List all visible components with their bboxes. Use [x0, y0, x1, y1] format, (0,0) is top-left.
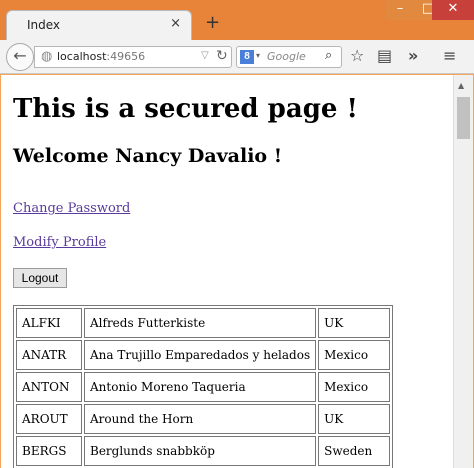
company-name: Ana Trujillo Emparedados y helados [84, 340, 317, 370]
reload-icon[interactable]: ↻ [216, 48, 228, 64]
table-row: BERGS Berglunds snabbköp Sweden [16, 436, 391, 466]
company-name: Berglunds snabbköp [84, 436, 317, 466]
search-bar[interactable]: 8 ▾ Google ⌕ [236, 46, 342, 68]
menu-icon[interactable]: ≡ [443, 48, 456, 64]
table-row: ALFKI Alfreds Futterkiste UK [16, 308, 391, 338]
navigation-toolbar: ◍ localhost:49656 ▽ ↻ ← 8 ▾ Google ⌕ ☆ ▤… [0, 40, 474, 74]
globe-icon: ◍ [41, 49, 53, 64]
company-name: Antonio Moreno Taqueria [84, 372, 317, 402]
logout-button[interactable]: Logout [13, 268, 67, 288]
change-password-link[interactable]: Change Password [13, 201, 130, 216]
search-engine-dropdown-icon[interactable]: ▾ [256, 51, 260, 60]
country: Sweden [318, 436, 391, 466]
customers-table: ALFKI Alfreds Futterkiste UK ANATR Ana T… [13, 305, 394, 468]
customer-id: ANTON [16, 372, 82, 402]
table-row: AROUT Around the Horn UK [16, 404, 391, 434]
table-row: ANATR Ana Trujillo Emparedados y helados… [16, 340, 391, 370]
overflow-icon[interactable]: » [408, 48, 418, 64]
close-window-button[interactable]: ✕ [432, 0, 474, 20]
back-icon: ← [13, 46, 27, 65]
url-bar[interactable]: ◍ localhost:49656 ▽ ↻ [34, 46, 232, 68]
page-content: This is a secured page ! Welcome Nancy D… [1, 75, 453, 468]
title-bar: Index × + – □ ✕ [0, 0, 474, 40]
scrollbar-thumb[interactable] [457, 97, 470, 139]
welcome-heading: Welcome Nancy Davalio ! [13, 145, 283, 167]
scroll-up-icon[interactable]: ▲ [458, 81, 464, 90]
modify-profile-link[interactable]: Modify Profile [13, 235, 106, 250]
customer-id: BERGS [16, 436, 82, 466]
company-name: Around the Horn [84, 404, 317, 434]
back-button[interactable]: ← [6, 43, 34, 71]
company-name: Alfreds Futterkiste [84, 308, 317, 338]
page-title: This is a secured page ! [13, 94, 358, 124]
customer-id: ALFKI [16, 308, 82, 338]
browser-window: Index × + – □ ✕ ◍ localhost:49656 ▽ ↻ ← … [0, 0, 474, 468]
customer-id: AROUT [16, 404, 82, 434]
search-icon[interactable]: ⌕ [325, 48, 332, 63]
star-icon[interactable]: ☆ [350, 48, 364, 64]
tab-close-icon[interactable]: × [170, 16, 181, 31]
country: UK [318, 404, 391, 434]
vertical-scrollbar[interactable]: ▲ [453, 75, 473, 468]
country: Mexico [318, 372, 391, 402]
table-row: ANTON Antonio Moreno Taqueria Mexico [16, 372, 391, 402]
new-tab-icon[interactable]: + [205, 14, 220, 32]
url-text: localhost:49656 [57, 50, 146, 63]
tab-index[interactable]: Index × [6, 10, 192, 40]
country: Mexico [318, 340, 391, 370]
tab-title: Index [27, 18, 61, 32]
customer-id: ANATR [16, 340, 82, 370]
clipboard-icon[interactable]: ▤ [377, 48, 392, 64]
url-dropdown-icon[interactable]: ▽ [201, 50, 209, 61]
country: UK [318, 308, 391, 338]
search-input[interactable]: Google [267, 50, 306, 63]
minimize-button[interactable]: – [386, 0, 414, 20]
google-icon[interactable]: 8 [240, 50, 254, 64]
